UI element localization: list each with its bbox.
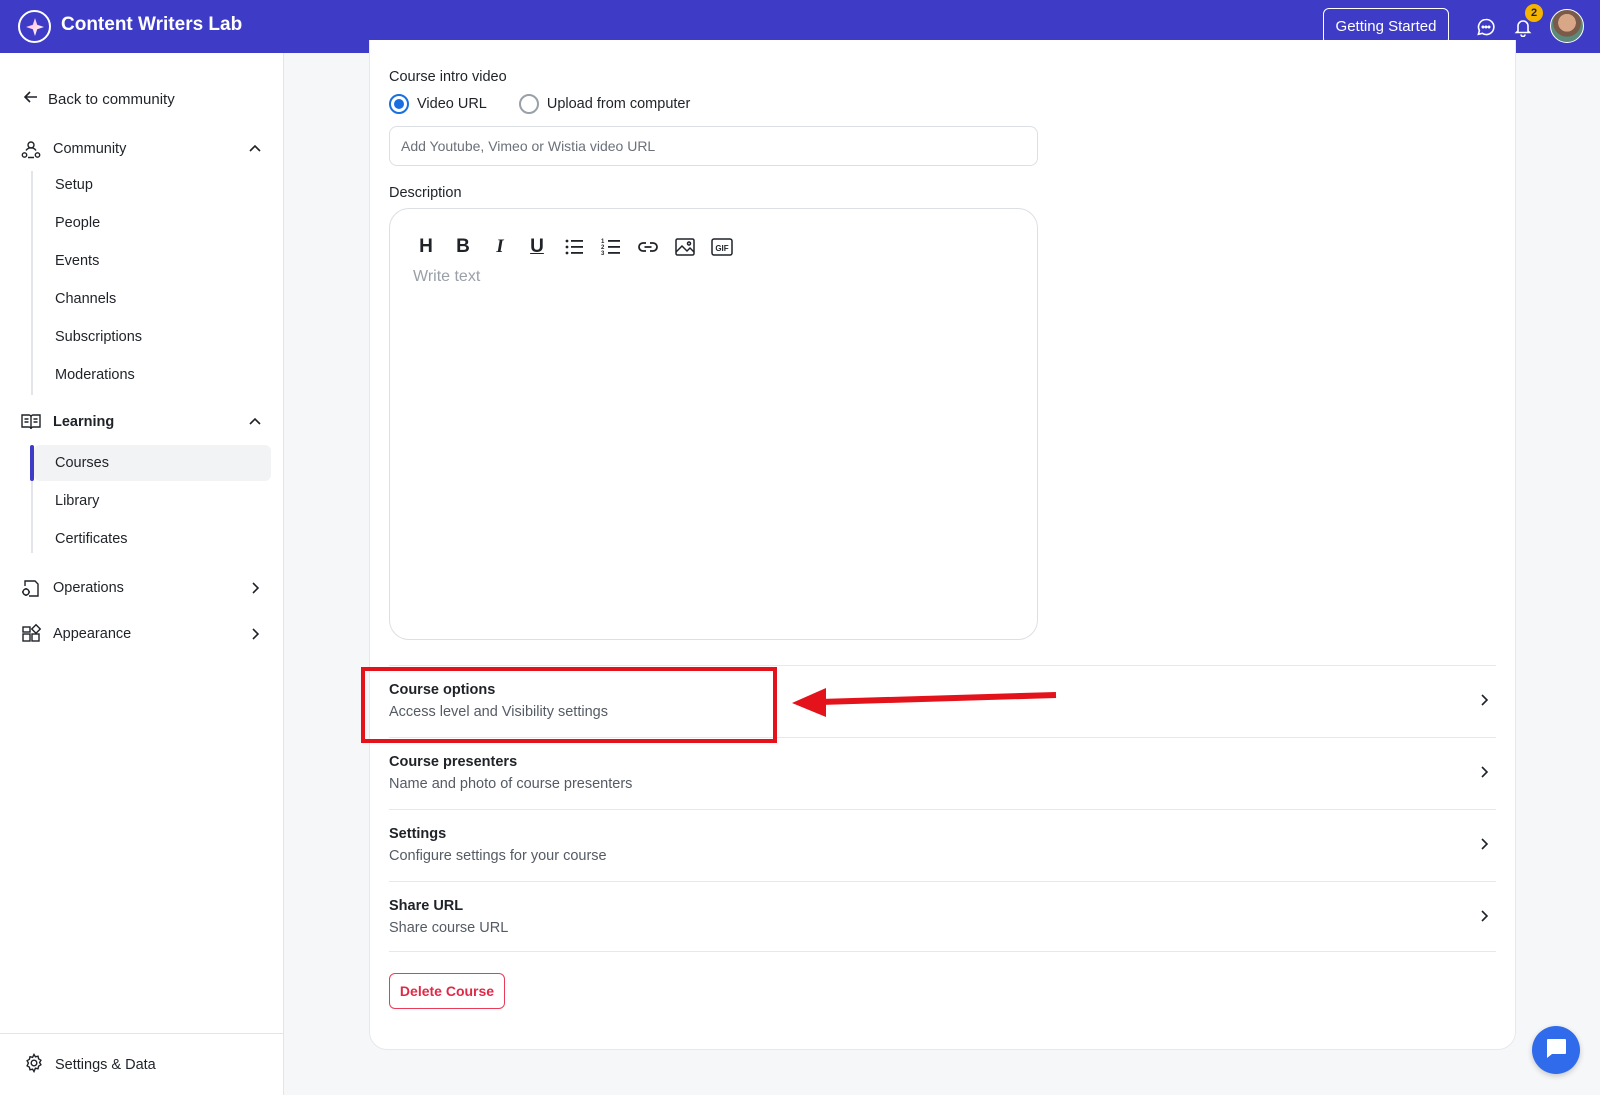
appearance-label: Appearance [53, 626, 132, 642]
editor-toolbar: H B I U 123 GIF [412, 233, 745, 261]
app-title: Content Writers Lab [61, 14, 243, 35]
operations-label: Operations [53, 580, 124, 596]
gear-icon [24, 1053, 44, 1077]
chevron-right-icon [1474, 834, 1494, 854]
operations-icon [20, 577, 42, 599]
community-icon [20, 138, 42, 160]
video-url-label[interactable]: Video URL [417, 96, 487, 112]
active-indicator [30, 445, 34, 481]
book-icon [20, 411, 42, 433]
back-to-community-link[interactable]: Back to community [22, 88, 175, 110]
image-icon[interactable] [671, 233, 699, 261]
delete-course-button[interactable]: Delete Course [389, 973, 505, 1009]
bullet-list-icon[interactable] [560, 233, 588, 261]
sidebar: Back to community Community Setup People… [0, 53, 284, 1095]
chevron-right-icon [1474, 690, 1494, 710]
settings-data-label: Settings & Data [55, 1057, 156, 1073]
settings-title: Settings [389, 826, 447, 842]
sidebar-item-events[interactable]: Events [34, 243, 271, 279]
editor-placeholder: Write text [413, 268, 481, 285]
sidebar-item-moderations[interactable]: Moderations [34, 357, 271, 393]
chevron-up-icon [245, 139, 265, 159]
course-presenters-title: Course presenters [389, 754, 518, 770]
arrow-left-icon [22, 88, 40, 110]
course-options-row[interactable]: Course options Access level and Visibili… [389, 665, 1496, 737]
notification-count-badge: 2 [1525, 4, 1543, 22]
svg-text:3: 3 [601, 251, 605, 257]
chat-icon [1544, 1036, 1568, 1065]
sidebar-footer: Settings & Data [0, 1033, 284, 1095]
course-presenters-row[interactable]: Course presenters Name and photo of cour… [389, 737, 1496, 809]
video-source-radio-group: Video URL Upload from computer [389, 94, 690, 114]
sidebar-item-library[interactable]: Library [34, 483, 271, 519]
sidebar-item-courses[interactable]: Courses [34, 445, 271, 481]
heading-icon[interactable]: H [412, 233, 440, 261]
sidebar-group-operations[interactable]: Operations [20, 574, 265, 602]
video-url-radio[interactable] [389, 94, 409, 114]
chevron-right-icon [245, 578, 265, 598]
course-options-title: Course options [389, 682, 496, 698]
sidebar-group-appearance[interactable]: Appearance [20, 620, 265, 648]
share-url-row[interactable]: Share URL Share course URL [389, 881, 1496, 953]
sidebar-group-learning[interactable]: Learning [20, 408, 265, 436]
sidebar-group-community[interactable]: Community [20, 135, 265, 163]
intro-video-label: Course intro video [389, 69, 507, 85]
italic-icon[interactable]: I [486, 233, 514, 261]
tree-line [31, 171, 33, 395]
learning-label: Learning [53, 414, 115, 430]
settings-data-link[interactable]: Settings & Data [24, 1053, 156, 1077]
back-link-label: Back to community [48, 90, 175, 108]
gif-icon[interactable]: GIF [708, 233, 736, 261]
community-label: Community [53, 141, 127, 157]
sidebar-item-subscriptions[interactable]: Subscriptions [34, 319, 271, 355]
gif-icon-label: GIF [715, 244, 728, 253]
course-presenters-subtitle: Name and photo of course presenters [389, 776, 633, 792]
appearance-icon [20, 623, 42, 645]
upload-from-computer-radio[interactable] [518, 94, 539, 114]
share-url-subtitle: Share course URL [389, 920, 509, 936]
numbered-list-icon[interactable]: 123 [597, 233, 625, 261]
description-editor[interactable]: H B I U 123 GIF Write text [389, 208, 1038, 640]
course-options-subtitle: Access level and Visibility settings [389, 704, 608, 720]
user-avatar[interactable] [1550, 9, 1584, 43]
divider [389, 951, 1496, 952]
settings-row[interactable]: Settings Configure settings for your cou… [389, 809, 1496, 881]
share-url-title: Share URL [389, 898, 464, 914]
chevron-right-icon [245, 624, 265, 644]
link-icon[interactable] [634, 233, 662, 261]
underline-icon[interactable]: U [523, 233, 551, 261]
sidebar-item-people[interactable]: People [34, 205, 271, 241]
app-logo-icon[interactable] [18, 10, 51, 43]
video-url-input[interactable] [389, 126, 1038, 166]
sidebar-item-channels[interactable]: Channels [34, 281, 271, 317]
chat-widget-button[interactable] [1532, 1026, 1580, 1074]
sidebar-item-certificates[interactable]: Certificates [34, 521, 271, 557]
chevron-right-icon [1474, 762, 1494, 782]
chevron-up-icon [245, 412, 265, 432]
sidebar-item-setup[interactable]: Setup [34, 167, 271, 203]
chat-bubble-icon[interactable] [1474, 15, 1498, 39]
description-label: Description [389, 185, 462, 201]
settings-subtitle: Configure settings for your course [389, 848, 607, 864]
bold-icon[interactable]: B [449, 233, 477, 261]
chevron-right-icon [1474, 906, 1494, 926]
upload-from-computer-label[interactable]: Upload from computer [547, 96, 690, 112]
